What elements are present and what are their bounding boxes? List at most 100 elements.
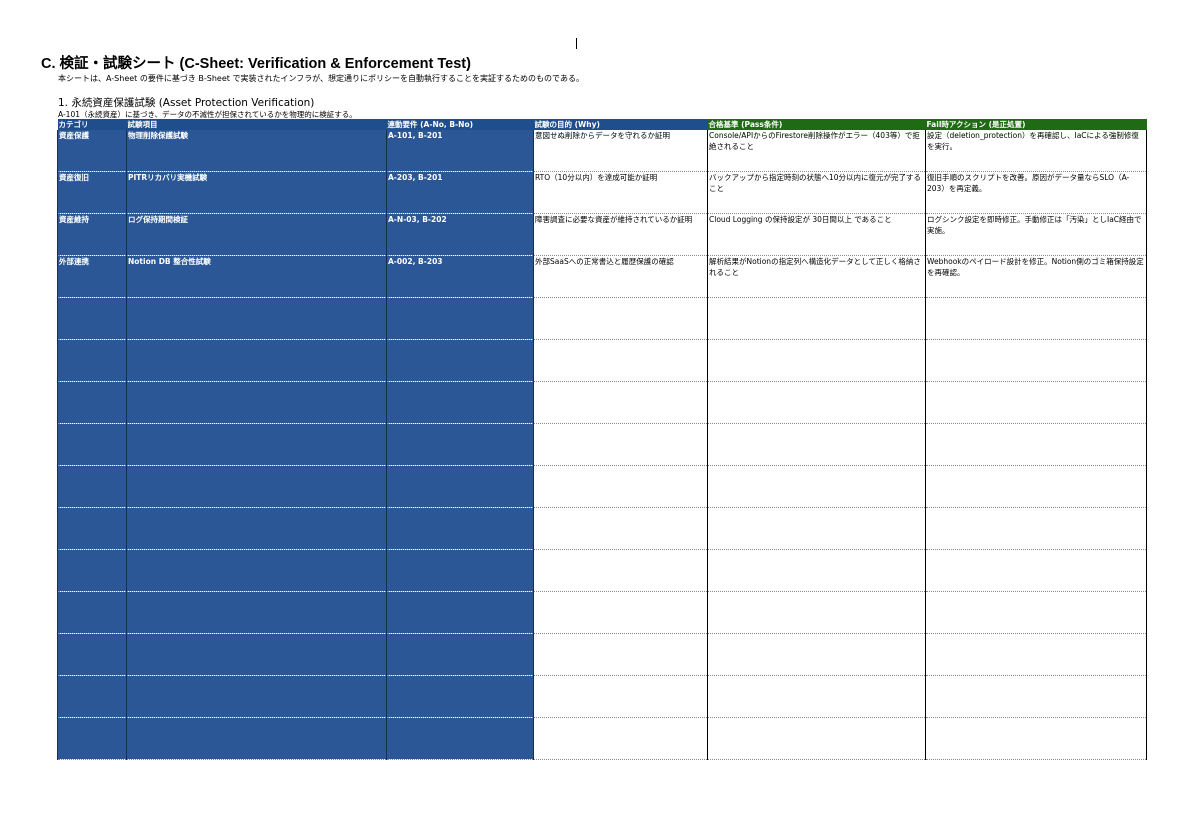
cell-test-item[interactable] [126, 591, 387, 634]
cell-test-item[interactable] [126, 717, 387, 760]
cell-linked-requirement[interactable] [386, 633, 534, 676]
cell-fail-action[interactable] [925, 633, 1147, 676]
cell-category[interactable] [57, 339, 127, 382]
cell-fail-action[interactable]: 復旧手順のスクリプトを改善。原因がデータ量ならSLO（A-203）を再定義。 [925, 171, 1147, 214]
cell-purpose[interactable]: RTO（10分以内）を達成可能か証明 [533, 171, 708, 214]
cell-fail-action[interactable] [925, 717, 1147, 760]
cell-category[interactable]: 資産維持 [57, 213, 127, 256]
cell-purpose[interactable] [533, 675, 708, 718]
cell-pass-criteria[interactable] [707, 633, 926, 676]
header-pass-criteria[interactable]: 合格基準 (Pass条件) [707, 119, 926, 130]
cell-test-item[interactable]: ログ保持期間検証 [126, 213, 387, 256]
cell-category[interactable]: 資産保護 [57, 130, 127, 172]
cell-test-item[interactable] [126, 381, 387, 424]
cell-test-item[interactable]: PITRリカバリ実機試験 [126, 171, 387, 214]
cell-linked-requirement[interactable]: A-002, B-203 [386, 255, 534, 298]
cell-fail-action[interactable] [925, 507, 1147, 550]
cell-test-item[interactable] [126, 549, 387, 592]
header-linked-requirement[interactable]: 連動要件 (A-No, B-No) [386, 119, 534, 130]
cell-pass-criteria[interactable]: Console/APIからのFirestore削除操作がエラー（403等）で拒絶… [707, 130, 926, 172]
cell-pass-criteria[interactable] [707, 423, 926, 466]
cell-purpose[interactable] [533, 717, 708, 760]
cell-pass-criteria[interactable] [707, 675, 926, 718]
cell-pass-criteria[interactable] [707, 591, 926, 634]
cell-linked-requirement[interactable] [386, 549, 534, 592]
cell-pass-criteria[interactable] [707, 339, 926, 382]
cell-category[interactable] [57, 591, 127, 634]
cell-purpose[interactable]: 外部SaaSへの正常書込と履歴保護の確認 [533, 255, 708, 298]
cell-linked-requirement[interactable] [386, 339, 534, 382]
cell-fail-action[interactable] [925, 465, 1147, 508]
cell-linked-requirement[interactable] [386, 381, 534, 424]
cell-pass-criteria[interactable]: バックアップから指定時刻の状態へ10分以内に復元が完了すること [707, 171, 926, 214]
empty-table-row [57, 633, 1147, 676]
header-purpose[interactable]: 試験の目的 (Why) [533, 119, 708, 130]
cell-test-item[interactable] [126, 675, 387, 718]
cell-purpose[interactable] [533, 549, 708, 592]
cell-purpose[interactable] [533, 591, 708, 634]
cell-linked-requirement[interactable]: A-101, B-201 [386, 130, 534, 172]
cell-linked-requirement[interactable] [386, 297, 534, 340]
cell-test-item[interactable] [126, 633, 387, 676]
cell-test-item[interactable] [126, 423, 387, 466]
cell-pass-criteria[interactable]: 解析結果がNotionの指定列へ構造化データとして正しく格納されること [707, 255, 926, 298]
cell-linked-requirement[interactable] [386, 507, 534, 550]
cell-fail-action[interactable]: ログシンク設定を即時修正。手動修正は「汚染」としIaC経由で実施。 [925, 213, 1147, 256]
cell-linked-requirement[interactable] [386, 591, 534, 634]
cell-category[interactable] [57, 717, 127, 760]
cell-fail-action[interactable] [925, 423, 1147, 466]
cell-purpose[interactable]: 障害調査に必要な資産が維持されているか証明 [533, 213, 708, 256]
cell-pass-criteria[interactable] [707, 717, 926, 760]
cell-pass-criteria[interactable] [707, 465, 926, 508]
header-fail-action[interactable]: Fail時アクション (是正処置) [925, 119, 1147, 130]
cell-fail-action[interactable] [925, 339, 1147, 382]
cell-pass-criteria[interactable] [707, 549, 926, 592]
cell-category[interactable] [57, 633, 127, 676]
cell-purpose[interactable] [533, 339, 708, 382]
cell-test-item[interactable]: 物理削除保護試験 [126, 130, 387, 172]
cell-pass-criteria[interactable] [707, 297, 926, 340]
header-category[interactable]: カテゴリ [57, 119, 127, 130]
cell-test-item[interactable] [126, 339, 387, 382]
header-test-item[interactable]: 試験項目 [126, 119, 387, 130]
cell-category[interactable] [57, 381, 127, 424]
cell-category[interactable]: 外部連携 [57, 255, 127, 298]
cell-purpose[interactable] [533, 423, 708, 466]
cell-test-item[interactable] [126, 507, 387, 550]
cell-pass-criteria[interactable] [707, 381, 926, 424]
cell-linked-requirement[interactable] [386, 675, 534, 718]
cell-category[interactable] [57, 675, 127, 718]
cell-purpose[interactable] [533, 381, 708, 424]
cell-category[interactable] [57, 465, 127, 508]
cell-linked-requirement[interactable] [386, 465, 534, 508]
cell-test-item[interactable]: Notion DB 整合性試験 [126, 255, 387, 298]
cell-category[interactable] [57, 507, 127, 550]
table-row: 資産復旧 PITRリカバリ実機試験 A-203, B-201 RTO（10分以内… [57, 171, 1147, 214]
cell-category[interactable] [57, 297, 127, 340]
cell-purpose[interactable] [533, 465, 708, 508]
cell-linked-requirement[interactable]: A-203, B-201 [386, 171, 534, 214]
cell-pass-criteria[interactable]: Cloud Logging の保持設定が 30日間以上 であること [707, 213, 926, 256]
cell-test-item[interactable] [126, 297, 387, 340]
cell-category[interactable] [57, 549, 127, 592]
cell-fail-action[interactable] [925, 381, 1147, 424]
empty-table-row [57, 717, 1147, 760]
cell-purpose[interactable] [533, 507, 708, 550]
cell-fail-action[interactable] [925, 591, 1147, 634]
cell-fail-action[interactable]: Webhookのペイロード設計を修正。Notion側のゴミ箱保持設定を再確認。 [925, 255, 1147, 298]
cell-purpose[interactable]: 意図せぬ削除からデータを守れるか証明 [533, 130, 708, 172]
cell-test-item[interactable] [126, 465, 387, 508]
cell-linked-requirement[interactable] [386, 423, 534, 466]
cell-fail-action[interactable]: 設定（deletion_protection）を再確認し、IaCによる強制修復を… [925, 130, 1147, 172]
cell-pass-criteria[interactable] [707, 507, 926, 550]
cell-purpose[interactable] [533, 633, 708, 676]
cell-linked-requirement[interactable] [386, 717, 534, 760]
section-title: 1. 永続資産保護試験 (Asset Protection Verificati… [58, 97, 315, 109]
cell-fail-action[interactable] [925, 297, 1147, 340]
cell-category[interactable] [57, 423, 127, 466]
cell-fail-action[interactable] [925, 675, 1147, 718]
cell-category[interactable]: 資産復旧 [57, 171, 127, 214]
cell-linked-requirement[interactable]: A-N-03, B-202 [386, 213, 534, 256]
cell-purpose[interactable] [533, 297, 708, 340]
cell-fail-action[interactable] [925, 549, 1147, 592]
